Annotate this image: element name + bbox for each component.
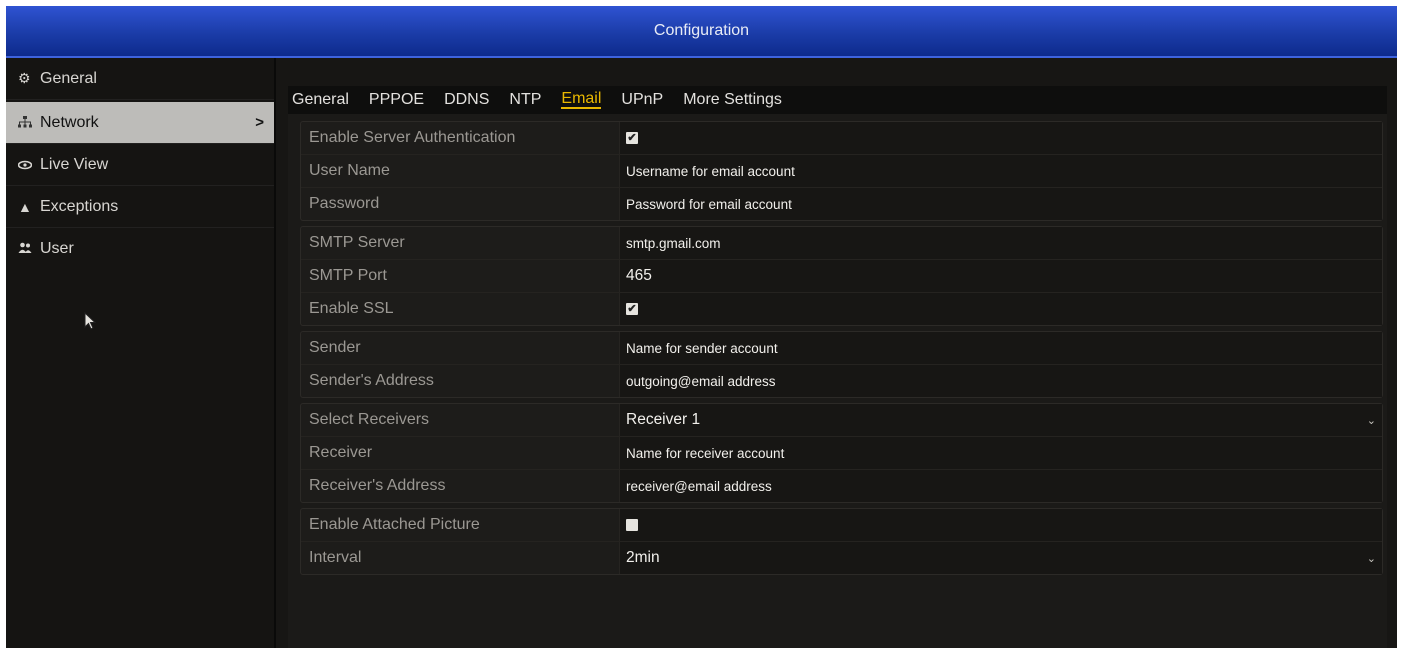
- form-row: SMTP Port 465: [301, 260, 1382, 293]
- receiver-address-field[interactable]: receiver@email address: [619, 470, 1382, 502]
- gear-icon: ⚙: [18, 70, 31, 86]
- form-row: Enable Server Authentication ✔: [301, 122, 1382, 155]
- password-field[interactable]: Password for email account: [619, 188, 1382, 220]
- network-icon: [18, 115, 40, 131]
- dropdown-value: 2min: [626, 549, 660, 566]
- tab-bar: General PPPOE DDNS NTP Email UPnP More S…: [288, 86, 1387, 114]
- chevron-right-icon: >: [255, 114, 264, 131]
- sidebar-item-user[interactable]: User: [6, 228, 274, 270]
- user-name-field[interactable]: Username for email account: [619, 155, 1382, 187]
- tab-ddns[interactable]: DDNS: [444, 91, 489, 109]
- attachment-group: Enable Attached Picture Interval 2min ⌄: [300, 508, 1383, 575]
- form-row: User Name Username for email account: [301, 155, 1382, 188]
- smtp-group: SMTP Server smtp.gmail.com SMTP Port 465…: [300, 226, 1383, 326]
- field-label: Sender's Address: [309, 372, 434, 389]
- sender-address-field[interactable]: outgoing@email address: [619, 365, 1382, 397]
- form-row: Select Receivers Receiver 1 ⌄: [301, 404, 1382, 437]
- tab-general[interactable]: General: [292, 91, 349, 109]
- eye-icon: [17, 157, 40, 173]
- sidebar-item-exceptions[interactable]: ▲ Exceptions: [6, 186, 274, 228]
- form-row: Receiver Name for receiver account: [301, 437, 1382, 470]
- authentication-group: Enable Server Authentication ✔ User Name…: [300, 121, 1383, 221]
- warning-icon: ▲: [18, 198, 32, 215]
- sidebar: ⚙ General Network > Live View ▲ Exceptio…: [6, 58, 276, 648]
- field-label: Password: [309, 195, 380, 212]
- smtp-server-field[interactable]: smtp.gmail.com: [619, 227, 1382, 259]
- window-title: Configuration: [6, 6, 1397, 58]
- chevron-down-icon: ⌄: [1366, 414, 1376, 427]
- form-row: Interval 2min ⌄: [301, 542, 1382, 574]
- form-row: Receiver's Address receiver@email addres…: [301, 470, 1382, 502]
- enable-server-auth-checkbox[interactable]: ✔: [626, 132, 638, 144]
- field-label: Enable SSL: [309, 300, 394, 317]
- tab-more-settings[interactable]: More Settings: [683, 91, 782, 109]
- field-label: Enable Attached Picture: [309, 516, 480, 533]
- tab-ntp[interactable]: NTP: [509, 91, 541, 109]
- form-row: Password Password for email account: [301, 188, 1382, 220]
- users-icon: [18, 241, 40, 257]
- tab-email[interactable]: Email: [561, 91, 602, 109]
- configuration-window: Configuration ⚙ General Network > Live V…: [6, 6, 1397, 648]
- smtp-port-field[interactable]: 465: [619, 260, 1382, 292]
- chevron-down-icon: ⌄: [1366, 552, 1376, 565]
- form-row: Enable SSL ✔: [301, 293, 1382, 325]
- sidebar-item-label: Exceptions: [40, 197, 119, 215]
- sidebar-item-label: Network: [40, 113, 99, 131]
- field-label: Enable Server Authentication: [309, 129, 516, 146]
- mouse-cursor-icon: [84, 312, 97, 330]
- select-receivers-dropdown[interactable]: Receiver 1 ⌄: [619, 404, 1382, 436]
- field-label: SMTP Port: [309, 267, 387, 284]
- field-label: Receiver's Address: [309, 477, 446, 494]
- sidebar-item-network[interactable]: Network >: [6, 102, 274, 144]
- sidebar-item-label: User: [40, 240, 74, 257]
- email-settings-panel: General PPPOE DDNS NTP Email UPnP More S…: [288, 86, 1387, 648]
- sidebar-item-live-view[interactable]: Live View: [6, 144, 274, 186]
- sidebar-item-general[interactable]: ⚙ General: [6, 58, 274, 100]
- form-row: Sender Name for sender account: [301, 332, 1382, 365]
- sidebar-item-label: Live View: [40, 155, 109, 173]
- receiver-group: Select Receivers Receiver 1 ⌄ Receiver N…: [300, 403, 1383, 503]
- main-panel: General PPPOE DDNS NTP Email UPnP More S…: [276, 58, 1397, 648]
- field-label: User Name: [309, 162, 390, 179]
- form-row: Enable Attached Picture: [301, 509, 1382, 542]
- sender-field[interactable]: Name for sender account: [619, 332, 1382, 364]
- field-label: Interval: [309, 549, 362, 566]
- form-row: SMTP Server smtp.gmail.com: [301, 227, 1382, 260]
- tab-upnp[interactable]: UPnP: [621, 91, 663, 109]
- dropdown-value: Receiver 1: [626, 411, 701, 428]
- receiver-field[interactable]: Name for receiver account: [619, 437, 1382, 469]
- sidebar-item-label: General: [40, 69, 97, 87]
- tab-pppoe[interactable]: PPPOE: [369, 91, 424, 109]
- field-label: SMTP Server: [309, 234, 405, 251]
- form-row: Sender's Address outgoing@email address: [301, 365, 1382, 397]
- enable-attached-picture-checkbox[interactable]: [626, 519, 638, 531]
- enable-ssl-checkbox[interactable]: ✔: [626, 303, 638, 315]
- field-label: Select Receivers: [309, 411, 430, 428]
- sender-group: Sender Name for sender account Sender's …: [300, 331, 1383, 398]
- field-label: Sender: [309, 339, 361, 356]
- interval-dropdown[interactable]: 2min ⌄: [619, 542, 1382, 574]
- field-label: Receiver: [309, 444, 373, 461]
